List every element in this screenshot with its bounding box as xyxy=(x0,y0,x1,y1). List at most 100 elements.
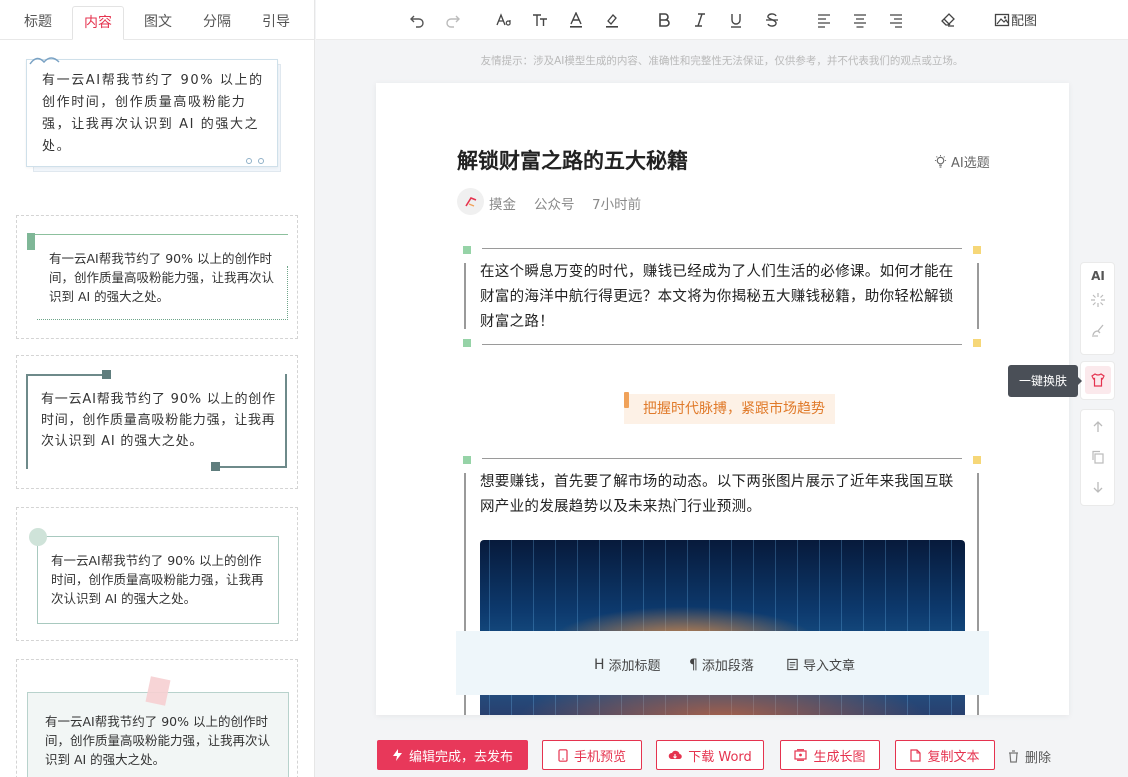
corner-square xyxy=(463,456,471,464)
move-up-icon[interactable] xyxy=(1089,418,1107,436)
circle-decoration xyxy=(29,528,47,546)
format-toolbar: 配图 xyxy=(316,0,1128,40)
cloud-download-icon xyxy=(668,750,682,760)
green-tab-marker xyxy=(27,233,35,250)
font-family-icon[interactable] xyxy=(493,9,515,31)
document-icon xyxy=(787,658,798,671)
paragraph-text[interactable]: 在这个瞬息万变的时代，赚钱已经成为了人们生活的必修课。如何才能在财富的海洋中航行… xyxy=(480,260,964,335)
action-bar: 编辑完成，去发布 手机预览 下载 Word 生成长图 复制文本 删除 xyxy=(316,731,1128,777)
tooltip-arrow xyxy=(1077,376,1082,386)
font-color-icon[interactable] xyxy=(565,9,587,31)
add-heading-label: 添加标题 xyxy=(608,659,661,674)
underline-icon[interactable] xyxy=(725,9,747,31)
download-word-button[interactable]: 下载 Word xyxy=(656,740,764,770)
article-title[interactable]: 解锁财富之路的五大秘籍 xyxy=(457,145,688,175)
frame-left-line xyxy=(464,263,466,329)
sparkle-icon[interactable] xyxy=(1089,291,1107,309)
highlight-icon[interactable] xyxy=(601,9,623,31)
tab-title[interactable]: 标题 xyxy=(8,6,68,40)
align-left-icon[interactable] xyxy=(813,9,835,31)
redo-icon[interactable] xyxy=(442,9,464,31)
corner-square xyxy=(973,339,981,347)
framed-paragraph-block[interactable]: 在这个瞬息万变的时代，赚钱已经成为了人们生活的必修课。如何才能在财富的海洋中航行… xyxy=(462,243,982,353)
tab-guide[interactable]: 引导 xyxy=(248,6,304,40)
frame-bottom-line xyxy=(482,344,962,345)
copy-block-icon[interactable] xyxy=(1089,448,1107,466)
mobile-preview-button[interactable]: 手机预览 xyxy=(542,740,642,770)
subheading-text: 把握时代脉搏，紧跟市场趋势 xyxy=(643,401,825,417)
bold-icon[interactable] xyxy=(653,9,675,31)
subheading-flag xyxy=(624,392,629,408)
template-card-4[interactable]: 有一云AI帮我节约了 90% 以上的创作时间，创作质量高吸粉能力强，让我再次认识… xyxy=(16,507,298,641)
image-button-label[interactable]: 配图 xyxy=(1011,10,1037,29)
ribbon-icon xyxy=(29,57,60,65)
tab-image-text[interactable]: 图文 xyxy=(130,6,186,40)
image-icon[interactable] xyxy=(991,9,1013,31)
corner-square xyxy=(973,456,981,464)
publish-button[interactable]: 编辑完成，去发布 xyxy=(377,740,528,770)
frame-top-line xyxy=(482,458,962,459)
section-subheading[interactable]: 把握时代脉搏，紧跟市场趋势 xyxy=(624,392,835,424)
author-avatar-icon xyxy=(464,196,476,207)
undo-icon[interactable] xyxy=(406,9,428,31)
corner-square xyxy=(211,462,220,471)
font-size-icon[interactable] xyxy=(529,9,551,31)
author-name: 摸金 xyxy=(489,197,516,213)
corner-square xyxy=(463,339,471,347)
bulb-icon xyxy=(934,155,947,168)
shirt-icon[interactable] xyxy=(1085,366,1111,394)
template-panel: 标题 内容 图文 分隔 引导 有一云AI帮我节约了 90% 以上的创作时间，创作… xyxy=(0,0,315,777)
ai-topic-label: AI选题 xyxy=(951,156,990,171)
long-image-button[interactable]: 生成长图 xyxy=(780,740,880,770)
copy-text-button[interactable]: 复制文本 xyxy=(895,740,995,770)
article-editor[interactable]: 解锁财富之路的五大秘籍 AI选题 摸金 公众号 7小时前 在这个瞬息万变的时代，… xyxy=(376,83,1069,715)
copy-text-label: 复制文本 xyxy=(927,749,980,765)
add-heading-button[interactable]: H 添加标题 xyxy=(594,655,661,675)
template-card-2[interactable]: 有一云AI帮我节约了 90% 以上的创作时间，创作质量高吸粉能力强，让我再次认识… xyxy=(16,215,298,339)
phone-icon xyxy=(558,748,568,762)
template-text: 有一云AI帮我节约了 90% 以上的创作时间，创作质量高吸粉能力强，让我再次认识… xyxy=(49,251,275,304)
add-paragraph-label: 添加段落 xyxy=(701,659,754,674)
move-down-icon[interactable] xyxy=(1089,478,1107,496)
frame-right-line xyxy=(977,263,979,329)
template-card-3[interactable]: 有一云AI帮我节约了 90% 以上的创作时间，创作质量高吸粉能力强，让我再次认识… xyxy=(16,355,298,489)
ai-topic-button[interactable]: AI选题 xyxy=(934,152,990,171)
tab-content[interactable]: 内容 xyxy=(72,6,124,40)
skin-rail xyxy=(1080,361,1115,400)
template-card-5[interactable]: 有一云AI帮我节约了 90% 以上的创作时间，创作质量高吸粉能力强，让我再次认识… xyxy=(16,659,298,777)
long-image-icon xyxy=(794,749,808,761)
template-card-1[interactable]: 有一云AI帮我节约了 90% 以上的创作时间，创作质量高吸粉能力强，让我再次认识… xyxy=(16,46,298,198)
template-text: 有一云AI帮我节约了 90% 以上的创作时间，创作质量高吸粉能力强，让我再次认识… xyxy=(45,714,271,767)
lightning-icon xyxy=(392,749,402,761)
download-word-label: 下载 Word xyxy=(688,749,752,765)
clear-format-icon[interactable] xyxy=(937,9,959,31)
avatar xyxy=(457,188,484,215)
mobile-preview-label: 手机预览 xyxy=(573,749,626,765)
ai-disclaimer: 友情提示：涉及AI模型生成的内容、准确性和完整性无法保证，仅供参考，并不代表我们… xyxy=(480,55,964,67)
top-line xyxy=(35,234,288,235)
add-paragraph-button[interactable]: ¶ 添加段落 xyxy=(689,655,754,675)
delete-button[interactable]: 删除 xyxy=(1008,747,1051,766)
strikethrough-icon[interactable] xyxy=(761,9,783,31)
paragraph-text[interactable]: 想要赚钱，首先要了解市场的动态。以下两张图片展示了近年来我国互联网产业的发展趋势… xyxy=(480,470,964,520)
publish-label: 编辑完成，去发布 xyxy=(408,749,513,765)
frame-top-line xyxy=(482,248,962,249)
trash-icon xyxy=(1009,750,1018,763)
dot-icon xyxy=(246,158,252,164)
brush-icon[interactable] xyxy=(1089,321,1107,339)
italic-icon[interactable] xyxy=(689,9,711,31)
align-center-icon[interactable] xyxy=(849,9,871,31)
paragraph-icon: ¶ xyxy=(689,656,698,673)
publish-time: 7小时前 xyxy=(592,197,642,213)
corner-square xyxy=(973,246,981,254)
import-article-label: 导入文章 xyxy=(803,659,856,674)
import-article-button[interactable]: 导入文章 xyxy=(786,655,855,674)
corner-square xyxy=(463,246,471,254)
align-right-icon[interactable] xyxy=(885,9,907,31)
dot-icon xyxy=(258,158,264,164)
ai-label[interactable]: AI xyxy=(1089,267,1107,285)
template-tabs: 标题 内容 图文 分隔 引导 xyxy=(0,0,314,40)
block-actions-rail xyxy=(1080,409,1115,506)
tab-divider[interactable]: 分隔 xyxy=(189,6,245,40)
template-text: 有一云AI帮我节约了 90% 以上的创作时间，创作质量高吸粉能力强，让我再次认识… xyxy=(51,553,264,606)
